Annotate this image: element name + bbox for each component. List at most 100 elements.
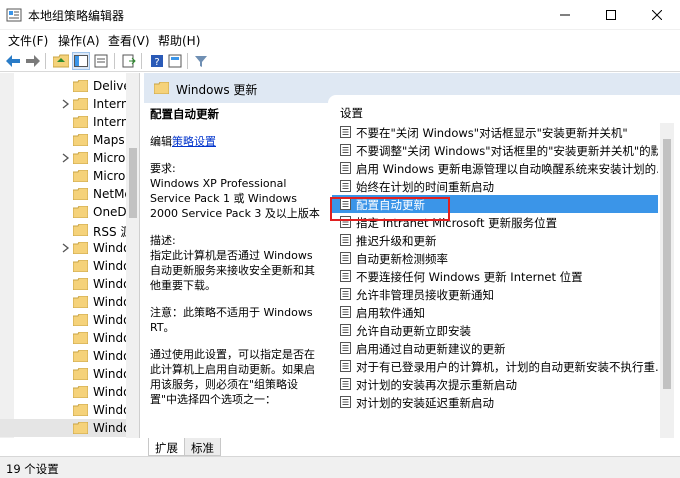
- description-label: 描述:: [150, 234, 176, 247]
- settings-scroll-thumb[interactable]: [663, 139, 671, 389]
- tree-item[interactable]: Windo: [0, 365, 126, 383]
- setting-row[interactable]: 对计划的安装延迟重新启动: [332, 393, 658, 411]
- folder-icon: [154, 82, 169, 94]
- tree-item[interactable]: Micro: [0, 167, 126, 185]
- tree-pane: Delive Intern Intern Maps Micro Micro NetMe One…: [0, 73, 140, 438]
- tree-item[interactable]: OneDr: [0, 203, 126, 221]
- details-pane: Windows 更新 配置自动更新 编辑策略设置 要求: Windows XP …: [144, 73, 680, 438]
- edit-prefix: 编辑: [150, 135, 172, 148]
- setting-label: 自动更新检测频率: [356, 252, 448, 266]
- tree-item[interactable]: Windo: [0, 401, 126, 419]
- up-folder-button[interactable]: [52, 52, 70, 70]
- menu-view[interactable]: 查看(V): [108, 32, 150, 49]
- menu-bar: 文件(F) 操作(A) 查看(V) 帮助(H): [0, 30, 680, 50]
- tree-item[interactable]: Windo: [0, 329, 126, 347]
- maximize-button[interactable]: [588, 0, 634, 30]
- setting-row[interactable]: 不要在"关闭 Windows"对话框显示"安装更新并关机": [332, 123, 658, 141]
- tree-item-label: Windo: [93, 277, 126, 291]
- setting-row[interactable]: 自动更新检测频率: [332, 249, 658, 267]
- close-button[interactable]: [634, 0, 680, 30]
- settings-scrollbar[interactable]: [660, 123, 674, 438]
- status-bar: 19 个设置: [0, 456, 680, 478]
- setting-row[interactable]: 启用通过自动更新建议的更新: [332, 339, 658, 357]
- setting-row[interactable]: 不要调整"关闭 Windows"对话框里的"安装更新并关机"的默...: [332, 141, 658, 159]
- tree-item[interactable]: Intern: [0, 113, 126, 131]
- expand-arrow-icon[interactable]: [62, 153, 70, 163]
- setting-row[interactable]: 不要连接任何 Windows 更新 Internet 位置: [332, 267, 658, 285]
- tree-item[interactable]: Maps: [0, 131, 126, 149]
- tab-extended[interactable]: 扩展: [148, 438, 185, 456]
- expand-arrow-icon[interactable]: [62, 99, 70, 109]
- setting-row[interactable]: 对于有已登录用户的计算机，计划的自动更新安装不执行重...: [332, 357, 658, 375]
- tree-item[interactable]: Windo: [0, 293, 126, 311]
- view-details-button[interactable]: [166, 52, 184, 70]
- setting-row[interactable]: 允许非管理员接收更新通知: [332, 285, 658, 303]
- export-list-button[interactable]: [120, 52, 138, 70]
- back-button[interactable]: [4, 52, 22, 70]
- tree-item[interactable]: Windo: [0, 347, 126, 365]
- folder-icon: [73, 224, 88, 236]
- tree-scrollbar[interactable]: [126, 73, 139, 438]
- tree-item[interactable]: Windo: [0, 275, 126, 293]
- tree-item-label: OneDr: [93, 205, 126, 219]
- menu-action[interactable]: 操作(A): [58, 32, 100, 49]
- setting-row[interactable]: 允许自动更新立即安装: [332, 321, 658, 339]
- properties-button[interactable]: [92, 52, 110, 70]
- policy-setting-icon: [340, 252, 351, 264]
- setting-label: 对计划的安装再次提示重新启动: [356, 378, 517, 392]
- setting-row[interactable]: 启用 Windows 更新电源管理以自动唤醒系统来安装计划的...: [332, 159, 658, 177]
- menu-file[interactable]: 文件(F): [8, 32, 48, 49]
- tree-item[interactable]: Windo: [0, 383, 126, 401]
- tab-standard[interactable]: 标准: [184, 438, 221, 456]
- folder-icon: [73, 404, 88, 416]
- policy-setting-icon: [340, 396, 351, 408]
- help-button[interactable]: ?: [148, 52, 166, 70]
- settings-list-panel: 设置 不要在"关闭 Windows"对话框显示"安装更新并关机" 不要调整"关闭 …: [328, 95, 680, 438]
- setting-label: 允许自动更新立即安装: [356, 324, 471, 338]
- tree-item-label: Windo: [93, 259, 126, 273]
- title-bar: 本地组策略编辑器: [0, 0, 680, 30]
- folder-icon: [73, 134, 88, 146]
- folder-icon: [73, 332, 88, 344]
- requirements-text: Windows XP Professional Service Pack 1 或…: [150, 177, 320, 220]
- minimize-button[interactable]: [542, 0, 588, 30]
- forward-button[interactable]: [24, 52, 42, 70]
- tree-item[interactable]: Windo: [0, 419, 126, 437]
- up-folder-icon: [53, 54, 69, 68]
- description-title: 配置自动更新: [150, 107, 219, 121]
- expand-arrow-icon[interactable]: [62, 243, 70, 253]
- setting-row[interactable]: 启用软件通知: [332, 303, 658, 321]
- edit-policy-link[interactable]: 策略设置: [172, 135, 216, 148]
- tree-item[interactable]: RSS 源: [0, 221, 126, 239]
- tree-item-label: Micro: [93, 151, 126, 165]
- setting-label: 启用软件通知: [356, 306, 425, 320]
- setting-row[interactable]: 对计划的安装再次提示重新启动: [332, 375, 658, 393]
- back-arrow-icon: [6, 55, 20, 67]
- tree-item[interactable]: Delive: [0, 77, 126, 95]
- setting-row[interactable]: 推迟升级和更新: [332, 231, 658, 249]
- tree-item[interactable]: Windo: [0, 311, 126, 329]
- requirements-block: 要求: Windows XP Professional Service Pack…: [150, 161, 320, 221]
- folder-icon: [73, 314, 88, 326]
- svg-text:?: ?: [154, 57, 159, 68]
- tree-item[interactable]: Windo: [0, 257, 126, 275]
- tree-item[interactable]: Intern: [0, 95, 126, 113]
- tree-scroll-thumb[interactable]: [129, 148, 137, 218]
- settings-column-header[interactable]: 设置: [340, 105, 363, 121]
- policy-setting-icon: [340, 288, 351, 300]
- policy-setting-icon: [340, 342, 351, 354]
- tree-item[interactable]: Windo: [0, 239, 126, 257]
- more-text: 通过使用此设置，可以指定是否在此计算机上启用自动更新。如果启用该服务，则必须在"…: [150, 348, 315, 406]
- filter-button[interactable]: [192, 52, 210, 70]
- tree-item[interactable]: NetMe: [0, 185, 126, 203]
- setting-label: 推迟升级和更新: [356, 234, 437, 248]
- minimize-icon: [560, 14, 570, 16]
- tree-item-label: Maps: [93, 133, 125, 147]
- menu-help[interactable]: 帮助(H): [158, 32, 200, 49]
- tree-item[interactable]: Micro: [0, 149, 126, 167]
- show-hide-tree-button[interactable]: [72, 52, 90, 70]
- folder-icon: [73, 296, 88, 308]
- setting-row[interactable]: 始终在计划的时间重新启动: [332, 177, 658, 195]
- folder-icon: [73, 386, 88, 398]
- tree-item-label: Intern: [93, 97, 126, 111]
